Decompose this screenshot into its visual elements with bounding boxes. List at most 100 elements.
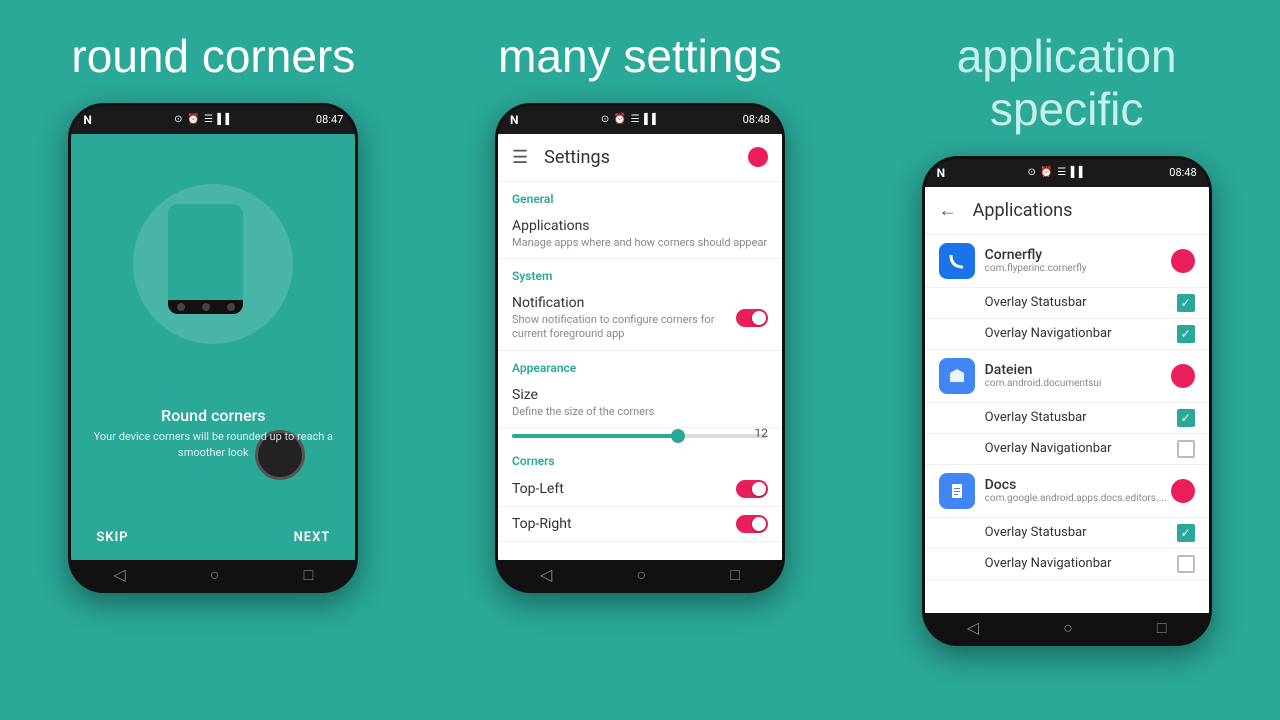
cornerfly-package: com.flyperinc.cornerfly <box>985 263 1171 274</box>
settings-item-top-left[interactable]: Top-Left <box>498 472 782 507</box>
phone3-bottom-bar: ◁ ○ □ <box>925 613 1209 643</box>
dateien-overlay-status-checkbox[interactable]: ✓ <box>1177 409 1195 427</box>
title-settings: many settings <box>498 30 782 83</box>
settings-item-size-subtitle: Define the size of the corners <box>512 405 768 419</box>
skip-button[interactable]: SKIP <box>96 530 128 545</box>
cornerfly-texts: Cornerfly com.flyperinc.cornerfly <box>985 247 1171 274</box>
phone2-recent-btn[interactable]: □ <box>730 565 740 585</box>
main-container: round corners N ⊙ ⏰ ☰ ▌▌ 08:47 <box>0 0 1280 720</box>
title-round-corners: round corners <box>71 30 355 83</box>
phone1-main-subtitle: Your device corners will be rounded up t… <box>91 429 335 460</box>
docs-name: Docs <box>985 477 1171 493</box>
docs-overlay-nav[interactable]: Overlay Navigationbar <box>925 549 1209 580</box>
docs-overlay-status-label: Overlay Statusbar <box>939 525 1177 540</box>
cornerfly-overlay-nav[interactable]: Overlay Navigationbar ✓ <box>925 319 1209 350</box>
app-item-cornerfly[interactable]: Cornerfly com.flyperinc.cornerfly <box>925 235 1209 288</box>
phone2-logo: N <box>510 113 518 127</box>
settings-item-top-left-title: Top-Left <box>512 481 736 497</box>
cornerfly-overlay-nav-checkbox[interactable]: ✓ <box>1177 325 1195 343</box>
phone3-back-btn[interactable]: ◁ <box>967 618 979 637</box>
settings-red-dot <box>748 147 768 167</box>
phone2-bottom-bar: ◁ ○ □ <box>498 560 782 590</box>
phone3-home-btn[interactable]: ○ <box>1063 618 1073 638</box>
settings-item-applications[interactable]: Applications Manage apps where and how c… <box>498 210 782 259</box>
phone-3: N ⊙ ⏰ ☰ ▌▌ 08:48 ← Applications <box>922 156 1212 646</box>
phone1-status-bar: N ⊙ ⏰ ☰ ▌▌ 08:47 <box>71 106 355 134</box>
cornerfly-overlay-status-label: Overlay Statusbar <box>939 295 1177 310</box>
dateien-overlay-nav-checkbox[interactable] <box>1177 440 1195 458</box>
phone2-home-btn[interactable]: ○ <box>636 565 646 585</box>
phone3-time: 08:48 <box>1169 166 1196 179</box>
phone1-text-area: Round corners Your device corners will b… <box>71 406 355 460</box>
settings-list: General Applications Manage apps where a… <box>498 182 782 560</box>
settings-item-size[interactable]: Size Define the size of the corners <box>498 379 782 428</box>
notification-toggle[interactable] <box>736 309 768 327</box>
docs-overlay-status-checkbox[interactable]: ✓ <box>1177 524 1195 542</box>
docs-overlay-nav-checkbox[interactable] <box>1177 555 1195 573</box>
phone1-nav-recent <box>227 303 235 311</box>
dateien-overlay-nav[interactable]: Overlay Navigationbar <box>925 434 1209 465</box>
apps-title: Applications <box>973 200 1073 221</box>
cornerfly-name: Cornerfly <box>985 247 1171 263</box>
phone3-recent-btn[interactable]: □ <box>1157 618 1167 638</box>
phone-2: N ⊙ ⏰ ☰ ▌▌ 08:48 ☰ Settings General <box>495 103 785 593</box>
cornerfly-icon <box>939 243 975 279</box>
dateien-package: com.android.documentsui <box>985 378 1171 389</box>
size-slider-track[interactable]: 12 <box>512 434 768 438</box>
section-appearance: Appearance <box>498 351 782 379</box>
apps-list: Cornerfly com.flyperinc.cornerfly Overla… <box>925 235 1209 613</box>
section-corners: Corners <box>498 444 782 472</box>
apps-toolbar: ← Applications <box>925 187 1209 235</box>
column-app-specific: application specific N ⊙ ⏰ ☰ ▌▌ 08:48 ← … <box>853 0 1280 720</box>
phone1-recent-btn[interactable]: □ <box>304 565 314 585</box>
column-round-corners: round corners N ⊙ ⏰ ☰ ▌▌ 08:47 <box>0 0 427 720</box>
phone2-status-icons: ⊙ ⏰ ☰ ▌▌ <box>601 114 660 125</box>
size-slider-thumb[interactable] <box>671 429 685 443</box>
settings-item-top-right[interactable]: Top-Right <box>498 507 782 542</box>
size-slider-container: 12 <box>498 428 782 444</box>
settings-item-top-left-texts: Top-Left <box>512 481 736 497</box>
settings-item-notification[interactable]: Notification Show notification to config… <box>498 287 782 351</box>
back-icon[interactable]: ← <box>939 200 957 221</box>
phone3-logo: N <box>937 166 945 180</box>
cornerfly-overlay-status[interactable]: Overlay Statusbar ✓ <box>925 288 1209 319</box>
phone1-circle <box>133 184 293 344</box>
dateien-overlay-nav-label: Overlay Navigationbar <box>939 441 1177 456</box>
docs-overlay-status[interactable]: Overlay Statusbar ✓ <box>925 518 1209 549</box>
settings-item-notification-subtitle: Show notification to configure corners f… <box>512 313 736 342</box>
phone3-status-icons: ⊙ ⏰ ☰ ▌▌ <box>1028 167 1087 178</box>
phone1-bottom-bar: ◁ ○ □ <box>71 560 355 590</box>
phone1-nav-back <box>177 303 185 311</box>
dateien-overlay-status-label: Overlay Statusbar <box>939 410 1177 425</box>
app-item-dateien[interactable]: Dateien com.android.documentsui <box>925 350 1209 403</box>
settings-item-applications-texts: Applications Manage apps where and how c… <box>512 218 768 250</box>
docs-toggle[interactable] <box>1171 479 1195 503</box>
phone3-status-bar: N ⊙ ⏰ ☰ ▌▌ 08:48 <box>925 159 1209 187</box>
settings-item-notification-title: Notification <box>512 295 736 311</box>
phone1-nav-home <box>202 303 210 311</box>
phone1-inner-phone <box>168 204 243 314</box>
phone-1: N ⊙ ⏰ ☰ ▌▌ 08:47 <box>68 103 358 593</box>
docs-overlay-nav-label: Overlay Navigationbar <box>939 556 1177 571</box>
docs-texts: Docs com.google.android.apps.docs.editor… <box>985 477 1171 504</box>
cornerfly-overlay-status-checkbox[interactable]: ✓ <box>1177 294 1195 312</box>
app-item-docs[interactable]: Docs com.google.android.apps.docs.editor… <box>925 465 1209 518</box>
phone1-time: 08:47 <box>316 113 343 126</box>
phone1-logo: N <box>83 113 91 127</box>
section-general: General <box>498 182 782 210</box>
phone1-home-btn[interactable]: ○ <box>210 565 220 585</box>
dateien-texts: Dateien com.android.documentsui <box>985 362 1171 389</box>
phone2-back-btn[interactable]: ◁ <box>540 565 552 584</box>
next-button[interactable]: NEXT <box>294 530 331 545</box>
menu-icon[interactable]: ☰ <box>512 147 528 168</box>
title-app-specific: application specific <box>957 30 1177 136</box>
phone2-status-bar: N ⊙ ⏰ ☰ ▌▌ 08:48 <box>498 106 782 134</box>
dateien-overlay-status[interactable]: Overlay Statusbar ✓ <box>925 403 1209 434</box>
top-right-toggle[interactable] <box>736 515 768 533</box>
top-left-toggle[interactable] <box>736 480 768 498</box>
cornerfly-toggle[interactable] <box>1171 249 1195 273</box>
phone1-status-icons: ⊙ ⏰ ☰ ▌▌ <box>174 114 233 125</box>
phone1-back-btn[interactable]: ◁ <box>113 565 125 584</box>
settings-item-applications-title: Applications <box>512 218 768 234</box>
dateien-toggle[interactable] <box>1171 364 1195 388</box>
